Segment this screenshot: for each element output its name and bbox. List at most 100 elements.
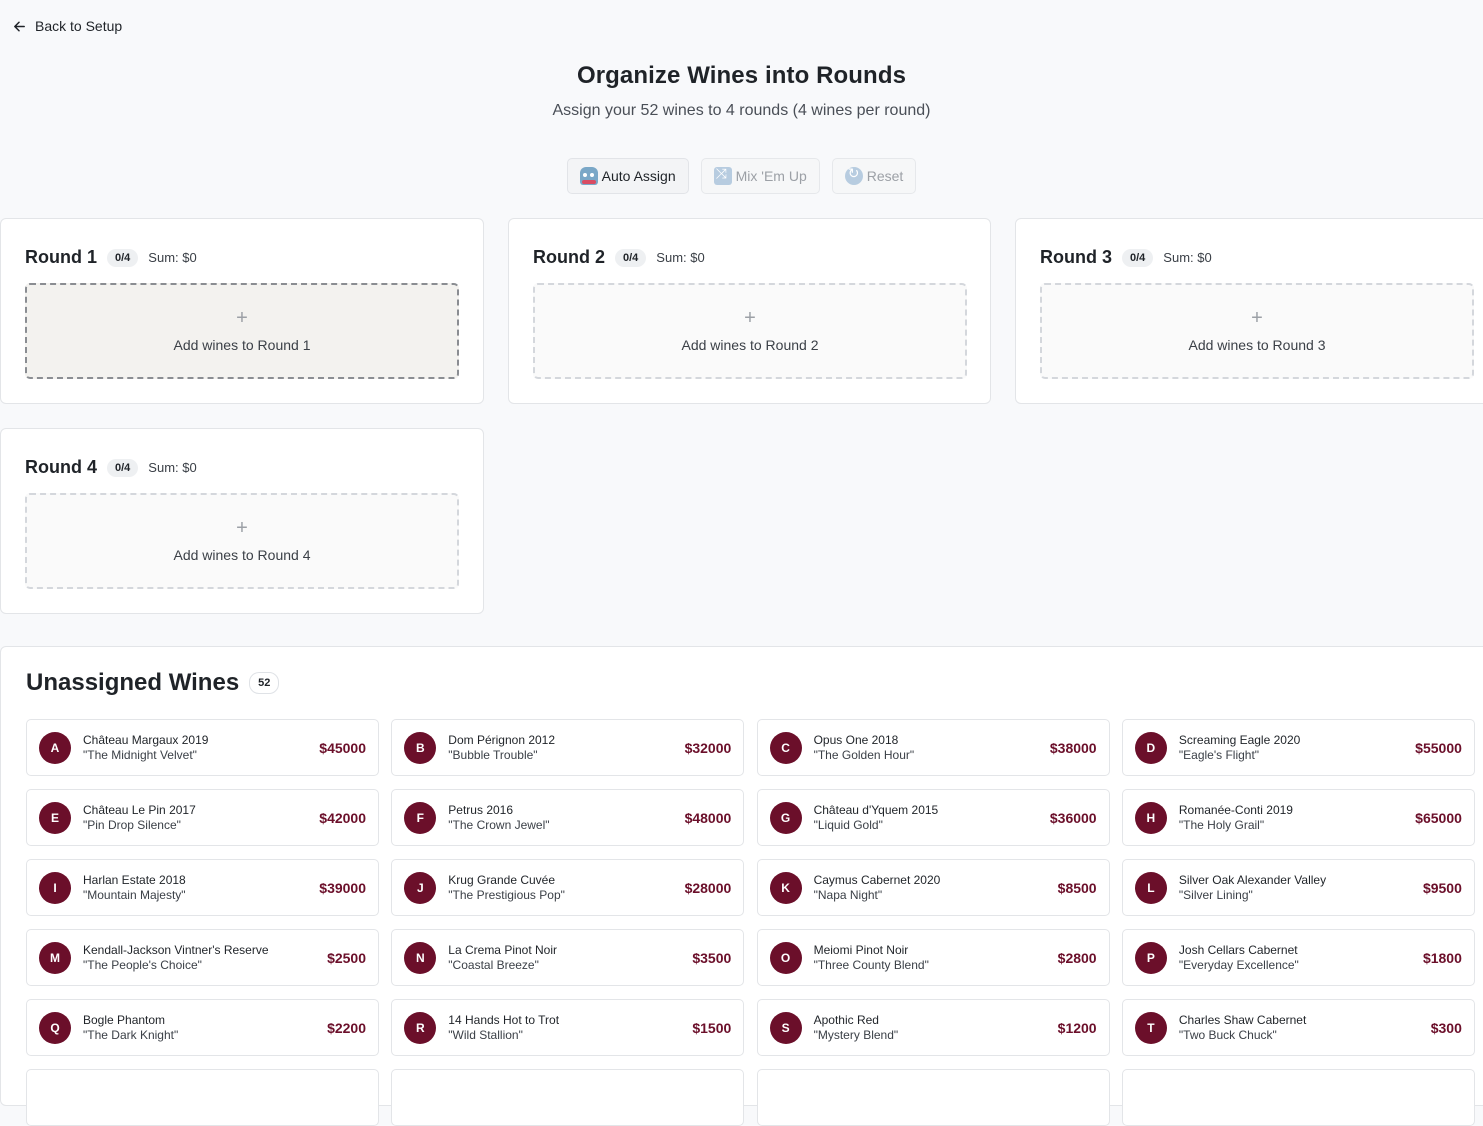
- wine-card[interactable]: [1121, 1069, 1475, 1126]
- wine-card[interactable]: I Harlan Estate 2018 "Mountain Majesty" $39…: [26, 859, 379, 916]
- page-title: Organize Wines into Rounds: [576, 62, 907, 89]
- wine-price: $48000: [684, 810, 732, 826]
- wine-card[interactable]: Q Bogle Phantom "The Dark Knight" $2200: [26, 999, 379, 1056]
- wine-price: $65000: [1415, 810, 1462, 826]
- back-to-setup-label: Back to Setup: [35, 18, 123, 34]
- wine-grid: A Château Margaux 2019 "The Midnight Velve…: [26, 719, 1475, 1126]
- wine-nickname: "Coastal Breeze": [448, 958, 539, 972]
- wine-name: Romanée-Conti 2019: [1178, 803, 1293, 817]
- wine-card[interactable]: H Romanée-Conti 2019 "The Holy Grail" $6500…: [1121, 789, 1475, 846]
- wine-price: $55000: [1415, 740, 1462, 756]
- wine-price: $2200: [327, 1020, 366, 1036]
- mix-em-up-button[interactable]: Mix 'Em Up: [700, 158, 820, 194]
- wine-card[interactable]: D Screaming Eagle 2020 "Eagle's Flight" $55…: [1121, 719, 1475, 776]
- wine-price: $42000: [319, 810, 366, 826]
- wine-card[interactable]: M Kendall-Jackson Vintner's Reserve "The P…: [26, 929, 379, 986]
- wine-card[interactable]: J Krug Grande Cuvée "The Prestigious Pop" $…: [391, 859, 745, 916]
- wine-letter-avatar: R: [404, 1012, 437, 1044]
- wine-card[interactable]: T Charles Shaw Cabernet "Two Buck Chuck" $3…: [1121, 999, 1475, 1056]
- wine-letter-avatar: N: [404, 942, 437, 974]
- wine-letter-avatar: P: [1134, 942, 1167, 974]
- auto-assign-button[interactable]: Auto Assign: [566, 158, 689, 194]
- wine-letter-avatar: D: [1134, 732, 1167, 764]
- round-4-dropzone[interactable]: + Add wines to Round 4: [25, 493, 459, 589]
- wine-nickname: "Three County Blend": [813, 958, 929, 972]
- wine-name: Josh Cellars Cabernet: [1178, 943, 1298, 957]
- wine-letter-avatar: H: [1134, 802, 1167, 834]
- round-card-4: Round 4 0/4 Sum: $0 + Add wines to Round…: [0, 428, 484, 614]
- wine-price: $9500: [1422, 880, 1462, 896]
- wine-nickname: "The Golden Hour": [813, 748, 915, 762]
- wine-nickname: "The Dark Knight": [83, 1028, 179, 1042]
- wine-nickname: "Silver Lining": [1178, 888, 1253, 902]
- wine-name: Kendall-Jackson Vintner's Reserve: [83, 943, 269, 957]
- wine-nickname: "The Midnight Velvet": [83, 748, 197, 762]
- wine-price: $2500: [327, 950, 366, 966]
- wine-card[interactable]: [756, 1069, 1110, 1126]
- wine-name: Petrus 2016: [448, 803, 514, 817]
- wine-letter-avatar: Q: [39, 1012, 71, 1044]
- wine-card[interactable]: A Château Margaux 2019 "The Midnight Velve…: [26, 719, 379, 776]
- reset-button[interactable]: Reset: [831, 158, 917, 194]
- wine-letter-avatar: A: [39, 732, 71, 764]
- wine-nickname: "Pin Drop Silence": [83, 818, 181, 832]
- dropzone-label: Add wines to Round 4: [173, 547, 311, 563]
- wine-letter-avatar: I: [39, 872, 71, 904]
- wine-name: Silver Oak Alexander Valley: [1178, 873, 1327, 887]
- wine-nickname: "The Crown Jewel": [448, 818, 550, 832]
- wine-letter-avatar: K: [769, 872, 802, 904]
- plus-icon: +: [236, 307, 248, 329]
- wine-card[interactable]: C Opus One 2018 "The Golden Hour" $38000: [756, 719, 1110, 776]
- round-1-dropzone[interactable]: + Add wines to Round 1: [25, 283, 459, 379]
- wine-card[interactable]: P Josh Cellars Cabernet "Everyday Excellen…: [1121, 929, 1475, 986]
- wine-card[interactable]: [391, 1069, 745, 1126]
- round-count-badge: 0/4: [107, 248, 139, 267]
- wine-name: Château Margaux 2019: [83, 733, 209, 747]
- wine-card[interactable]: B Dom Pérignon 2012 "Bubble Trouble" $32000: [391, 719, 745, 776]
- wine-card[interactable]: F Petrus 2016 "The Crown Jewel" $48000: [391, 789, 745, 846]
- wine-card[interactable]: R 14 Hands Hot to Trot "Wild Stallion" $150…: [391, 999, 745, 1056]
- wine-card[interactable]: G Château d'Yquem 2015 "Liquid Gold" $36000: [756, 789, 1110, 846]
- wine-card[interactable]: E Château Le Pin 2017 "Pin Drop Silence" $4…: [26, 789, 379, 846]
- wine-name: Apothic Red: [813, 1013, 879, 1027]
- back-to-setup-link[interactable]: Back to Setup: [12, 18, 122, 34]
- wine-nickname: "Wild Stallion": [448, 1028, 523, 1042]
- wine-price: $38000: [1049, 740, 1097, 756]
- wine-card[interactable]: S Apothic Red "Mystery Blend" $1200: [756, 999, 1110, 1056]
- wine-card[interactable]: N La Crema Pinot Noir "Coastal Breeze" $350…: [391, 929, 745, 986]
- wine-price: $1500: [692, 1020, 732, 1036]
- wine-name: Screaming Eagle 2020: [1178, 733, 1301, 747]
- wine-nickname: "The Prestigious Pop": [448, 888, 565, 902]
- wine-price: $28000: [684, 880, 732, 896]
- wine-name: Château Le Pin 2017: [83, 803, 196, 817]
- round-2-dropzone[interactable]: + Add wines to Round 2: [533, 283, 967, 379]
- wine-price: $45000: [319, 740, 366, 756]
- wine-price: $1200: [1057, 1020, 1097, 1036]
- wine-price: $1800: [1422, 950, 1462, 966]
- wine-nickname: "Mystery Blend": [813, 1028, 899, 1042]
- round-count-badge: 0/4: [615, 248, 647, 267]
- wine-card[interactable]: L Silver Oak Alexander Valley "Silver Lini…: [1121, 859, 1475, 916]
- round-card-2: Round 2 0/4 Sum: $0 + Add wines to Round…: [508, 218, 991, 404]
- round-count-badge: 0/4: [1122, 248, 1154, 267]
- wine-card[interactable]: K Caymus Cabernet 2020 "Napa Night" $8500: [756, 859, 1110, 916]
- round-3-dropzone[interactable]: + Add wines to Round 3: [1040, 283, 1474, 379]
- wine-nickname: "The People's Choice": [83, 958, 202, 972]
- wine-price: $36000: [1049, 810, 1097, 826]
- wine-price: $8500: [1057, 880, 1097, 896]
- round-title: Round 1: [25, 247, 97, 267]
- plus-icon: +: [744, 307, 756, 329]
- dropzone-label: Add wines to Round 2: [681, 337, 819, 353]
- round-title: Round 4: [25, 457, 97, 477]
- round-sum: Sum: $0: [148, 460, 197, 475]
- round-count-badge: 0/4: [107, 458, 139, 477]
- unassigned-title: Unassigned Wines: [26, 669, 240, 696]
- wine-card[interactable]: O Meiomi Pinot Noir "Three County Blend" $2…: [756, 929, 1110, 986]
- wine-name: La Crema Pinot Noir: [448, 943, 558, 957]
- shuffle-icon: [713, 166, 732, 185]
- wine-card[interactable]: [26, 1069, 379, 1126]
- wine-nickname: "Everyday Excellence": [1178, 958, 1299, 972]
- wine-name: Krug Grande Cuvée: [448, 873, 556, 887]
- wine-name: Opus One 2018: [813, 733, 899, 747]
- plus-icon: +: [236, 517, 248, 539]
